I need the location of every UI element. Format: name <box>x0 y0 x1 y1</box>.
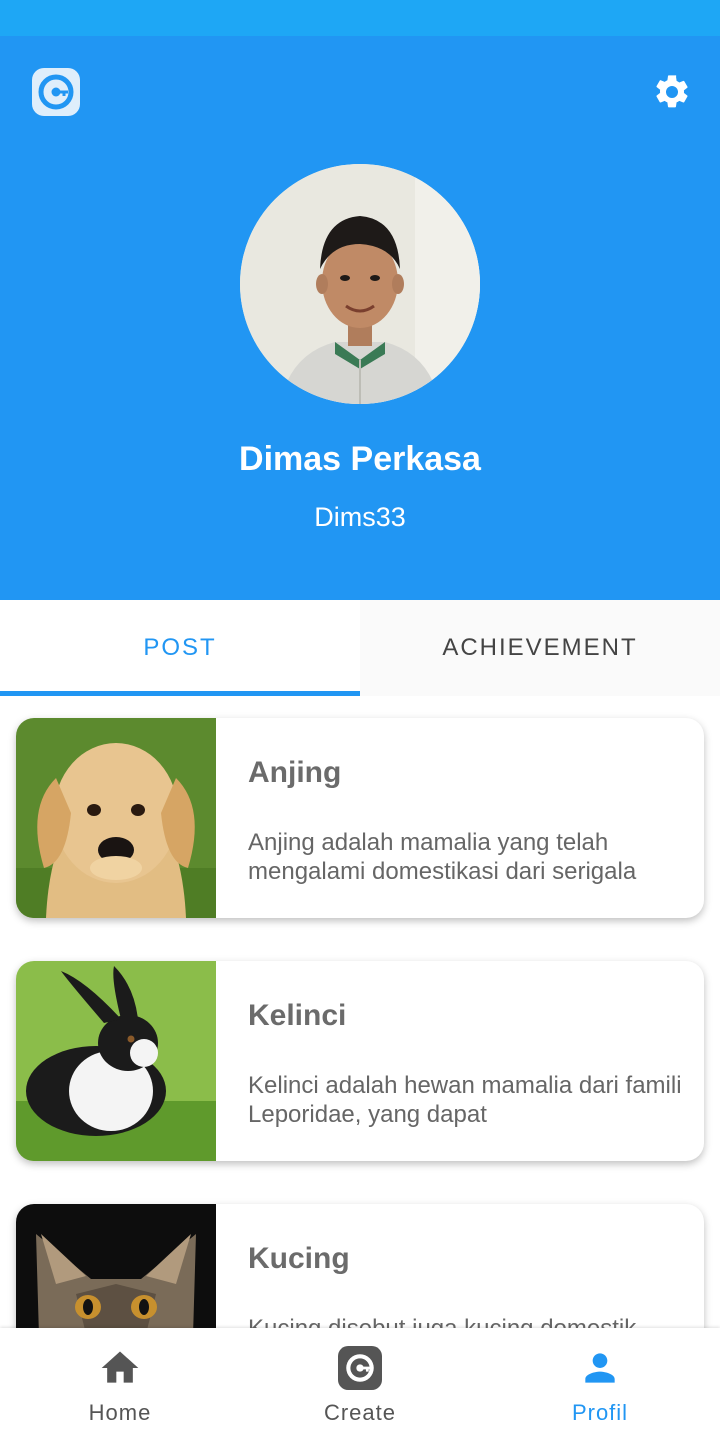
bottom-navigation: Home Create Profil <box>0 1328 720 1440</box>
nav-create[interactable]: Create <box>240 1328 480 1440</box>
tab-bar: POST ACHIEVEMENT <box>0 600 720 696</box>
app-logo-icon[interactable] <box>32 68 80 116</box>
nav-label: Create <box>323 1400 397 1425</box>
post-card[interactable]: Anjing Anjing adalah mamalia yang telah … <box>16 718 704 918</box>
post-card[interactable]: Kelinci Kelinci adalah hewan mamalia dar… <box>16 961 704 1161</box>
profile-header: Dimas Perkasa Dims33 <box>0 36 720 600</box>
profile-name: Dimas Perkasa <box>239 440 481 478</box>
nav-label: Profil <box>571 1400 629 1425</box>
rabbit-photo <box>16 961 216 1161</box>
avatar[interactable] <box>240 164 480 404</box>
tab-achievement[interactable]: ACHIEVEMENT <box>360 600 720 696</box>
post-description: Kelinci adalah hewan mamalia dari famili… <box>248 1072 682 1128</box>
post-title: Anjing <box>248 756 342 789</box>
create-icon <box>338 1346 382 1390</box>
post-description: Anjing adalah mamalia yang telah mengala… <box>248 829 637 885</box>
nav-profil[interactable]: Profil <box>480 1328 720 1440</box>
tab-post[interactable]: POST <box>0 600 360 696</box>
profile-username: Dims33 <box>314 502 406 532</box>
status-bar <box>0 0 720 36</box>
nav-home[interactable]: Home <box>0 1328 240 1440</box>
gear-icon[interactable] <box>652 72 692 112</box>
person-icon <box>578 1346 622 1390</box>
home-icon <box>98 1346 142 1390</box>
nav-label: Home <box>88 1400 152 1425</box>
tab-active-indicator <box>0 691 360 696</box>
post-title: Kelinci <box>248 999 347 1032</box>
dog-photo <box>16 718 216 918</box>
post-title: Kucing <box>248 1242 350 1275</box>
